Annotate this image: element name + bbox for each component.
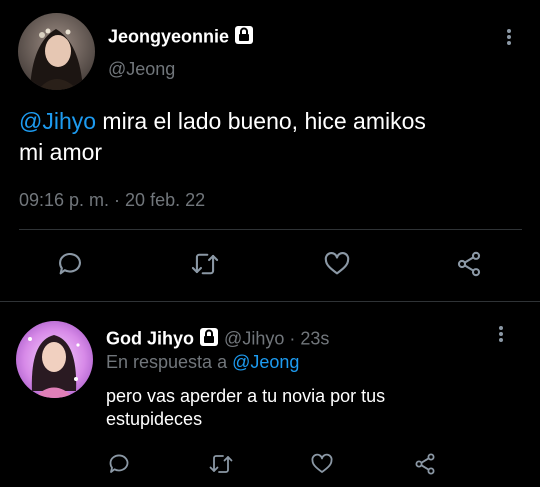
reply-icon[interactable] — [55, 249, 85, 279]
main-mention-link[interactable]: @Jihyo — [19, 108, 96, 134]
main-display-name-text[interactable]: Jeongyeonnie — [108, 26, 229, 46]
lock-icon — [234, 25, 254, 50]
reply-header: God Jihyo @Jihyo · 23s — [106, 327, 329, 352]
reply-text-line2: estupideces — [106, 409, 203, 429]
main-display-name[interactable]: Jeongyeonnie — [108, 25, 254, 50]
main-handle[interactable]: @Jeong — [108, 59, 175, 80]
main-text-line1: mira el lado bueno, hice amikos — [96, 108, 426, 134]
main-avatar[interactable] — [18, 13, 95, 90]
like-icon[interactable] — [322, 249, 352, 279]
replying-to: En respuesta a @Jeong — [106, 352, 299, 373]
main-timestamp[interactable]: 09:16 p. m. · 20 feb. 22 — [19, 190, 205, 211]
main-tweet-text: @Jihyo mira el lado bueno, hice amikos m… — [19, 106, 529, 168]
reply-avatar[interactable] — [16, 321, 93, 398]
like-icon[interactable] — [307, 449, 337, 479]
reply-icon[interactable] — [104, 449, 134, 479]
reply-more-menu-icon[interactable] — [494, 324, 508, 346]
replying-prefix: En respuesta a — [106, 352, 228, 372]
main-more-menu-icon[interactable] — [502, 27, 516, 49]
replying-to-link[interactable]: @Jeong — [232, 352, 299, 372]
main-text-line2: mi amor — [19, 139, 103, 165]
reply-time[interactable]: 23s — [300, 328, 329, 348]
retweet-icon[interactable] — [190, 249, 220, 279]
divider — [19, 229, 522, 230]
reply-display-name[interactable]: God Jihyo — [106, 328, 194, 348]
retweet-icon[interactable] — [206, 449, 236, 479]
reply-text-line1: pero vas aperder a tu novia por tus — [106, 386, 386, 406]
lock-icon — [199, 327, 219, 352]
share-icon[interactable] — [454, 249, 484, 279]
reply-handle[interactable]: @Jihyo — [224, 328, 284, 348]
reply-text: pero vas aperder a tu novia por tus estu… — [106, 385, 526, 431]
section-divider — [0, 301, 540, 302]
reply-separator: · — [289, 328, 296, 349]
share-icon[interactable] — [410, 449, 440, 479]
